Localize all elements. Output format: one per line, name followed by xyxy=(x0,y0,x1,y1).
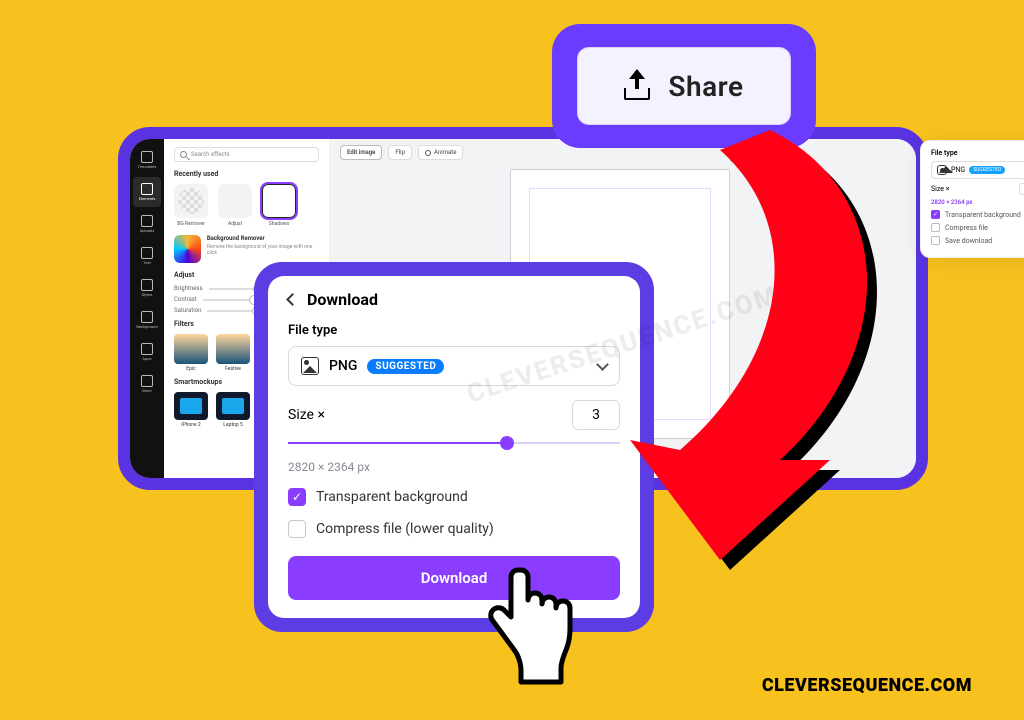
output-dimensions: 2820 × 2364 px xyxy=(288,460,620,474)
nav-rail: Templates Elements Uploads Text Styles B… xyxy=(130,139,164,478)
search-effects-input[interactable]: Search effects xyxy=(174,147,319,162)
file-type-label: File type xyxy=(288,323,620,338)
file-type-select[interactable]: PNG SUGGESTED xyxy=(288,346,620,386)
mini-size-value[interactable]: 2 xyxy=(1019,183,1024,195)
rail-styles[interactable]: Styles xyxy=(133,273,161,303)
size-slider[interactable] xyxy=(288,436,620,450)
mockup-thumb[interactable] xyxy=(174,392,208,420)
back-icon[interactable] xyxy=(286,293,299,306)
animate-button[interactable]: Animate xyxy=(418,145,463,160)
download-title: Download xyxy=(307,290,378,309)
mini-dimensions: 2820 × 2364 px xyxy=(931,199,1024,206)
bg-remover-swatch xyxy=(174,235,201,263)
thumb-bg-remover[interactable]: BG Remover xyxy=(174,184,208,227)
checkbox-icon xyxy=(288,520,306,538)
share-label: Share xyxy=(668,70,743,103)
mini-download-panel: File type PNG SUGGESTED Size × 2 2820 × … xyxy=(920,140,1024,258)
filter-thumb[interactable] xyxy=(216,334,250,364)
cursor-hand-icon xyxy=(476,560,576,694)
rail-elements[interactable]: Elements xyxy=(133,177,161,207)
suggested-badge: SUGGESTED xyxy=(367,359,444,374)
brand-text: CLEVERSEQUENCE.COM xyxy=(762,675,972,696)
rail-templates[interactable]: Templates xyxy=(133,145,161,175)
share-button[interactable]: Share xyxy=(577,47,791,125)
chevron-down-icon xyxy=(596,358,609,371)
recently-used-heading: Recently used xyxy=(174,170,319,178)
transparent-bg-checkbox[interactable]: Transparent background xyxy=(288,488,620,506)
image-icon xyxy=(937,165,947,175)
compress-file-checkbox[interactable]: Compress file (lower quality) xyxy=(288,520,620,538)
filter-thumb[interactable] xyxy=(174,334,208,364)
mini-compress-check[interactable]: Compress file xyxy=(931,223,1024,232)
share-callout: Share xyxy=(552,24,816,148)
download-dialog-frame: Download File type PNG SUGGESTED Size × … xyxy=(254,262,654,632)
search-icon xyxy=(180,151,187,158)
mockup-thumb[interactable] xyxy=(216,392,250,420)
canvas-toolbar: Edit image Flip Animate xyxy=(340,145,463,160)
mini-filetype-label: File type xyxy=(931,149,1024,157)
download-dialog: Download File type PNG SUGGESTED Size × … xyxy=(268,276,640,618)
edit-image-button[interactable]: Edit image xyxy=(340,145,382,160)
mini-transparent-check[interactable]: ✓Transparent background xyxy=(931,210,1024,219)
checkbox-icon xyxy=(288,488,306,506)
rail-uploads[interactable]: Uploads xyxy=(133,209,161,239)
size-value-input[interactable]: 3 xyxy=(572,400,620,430)
rail-apps[interactable]: Apps xyxy=(133,337,161,367)
file-type-value: PNG xyxy=(329,358,357,374)
thumb-shadows[interactable]: Shadows xyxy=(262,184,296,227)
rail-background[interactable]: Background xyxy=(133,305,161,335)
rail-more[interactable]: More xyxy=(133,369,161,399)
flip-button[interactable]: Flip xyxy=(388,145,412,160)
rail-text[interactable]: Text xyxy=(133,241,161,271)
size-label: Size × xyxy=(288,407,564,423)
image-icon xyxy=(301,357,319,375)
mini-filetype-select[interactable]: PNG SUGGESTED xyxy=(931,161,1024,179)
thumb-adjust[interactable]: Adjust xyxy=(218,184,252,227)
share-icon xyxy=(624,72,650,100)
bg-remover-row[interactable]: Background RemoverRemove the background … xyxy=(174,235,319,263)
mini-save-check[interactable]: Save download xyxy=(931,236,1024,245)
